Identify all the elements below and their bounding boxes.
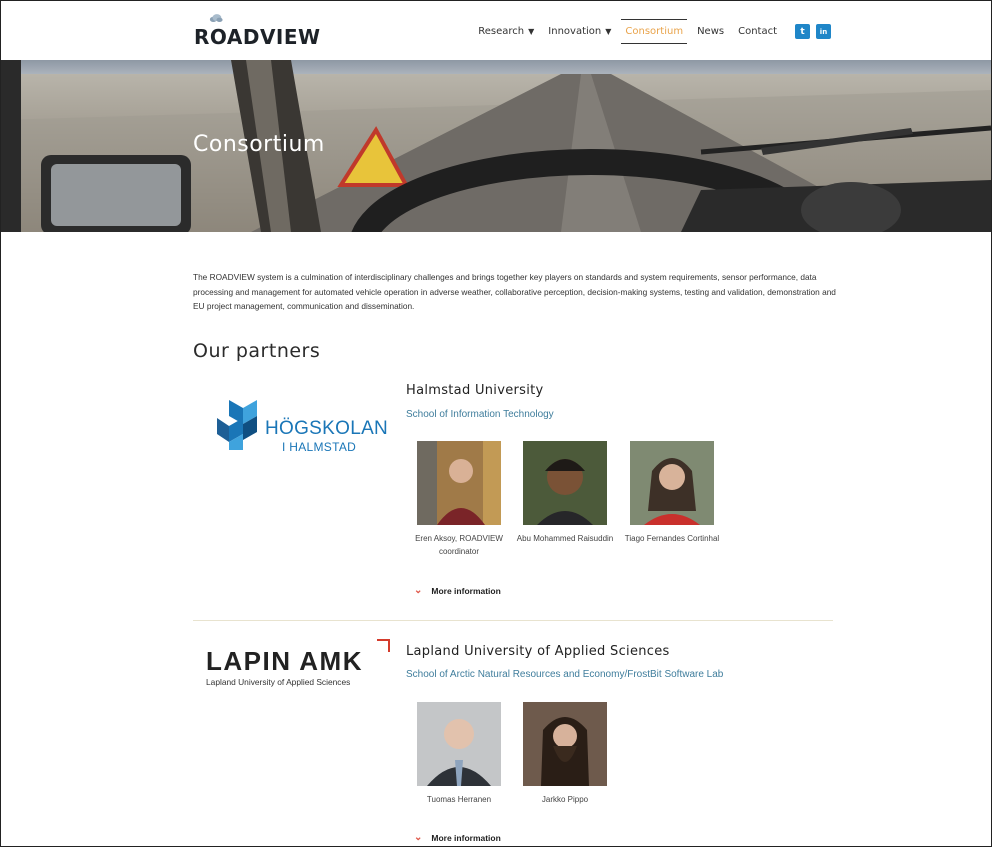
- partners-heading: Our partners: [193, 340, 321, 362]
- more-information-label: More information: [431, 585, 501, 596]
- page: ROADVIEW Research ▼ Innovation ▼ Consortiu…: [0, 0, 992, 847]
- partner-school[interactable]: School of Information Technology: [406, 409, 554, 420]
- halmstad-logo-line2: I HALMSTAD: [282, 440, 357, 454]
- nav-consortium[interactable]: Consortium: [621, 19, 688, 44]
- lapin-logo-corner-icon: [377, 639, 390, 652]
- nav-innovation[interactable]: Innovation ▼: [544, 20, 615, 43]
- more-information-toggle[interactable]: ⌄ More information: [414, 585, 501, 596]
- site-header: ROADVIEW Research ▼ Innovation ▼ Consortiu…: [1, 1, 991, 60]
- cloud-icon: [209, 14, 223, 22]
- hero-banner: Consortium: [1, 60, 991, 232]
- partner-name: Lapland University of Applied Sciences: [406, 644, 670, 659]
- main-nav: Research ▼ Innovation ▼ Consortium News Co…: [468, 19, 831, 44]
- page-title: Consortium: [193, 132, 325, 157]
- person-photo: [417, 702, 501, 786]
- social-links: t in: [789, 24, 831, 39]
- linkedin-icon[interactable]: in: [816, 24, 831, 39]
- person-photo: [417, 441, 501, 525]
- nav-research[interactable]: Research ▼: [474, 20, 538, 43]
- more-information-label: More information: [431, 832, 501, 843]
- partner-name: Halmstad University: [406, 383, 544, 398]
- person-card: Tiago Fernandes Cortinhal: [622, 441, 722, 545]
- logo-text: ROADVIEW: [194, 25, 321, 49]
- intro-paragraph: The ROADVIEW system is a culmination of …: [193, 272, 836, 311]
- person-name: Eren Aksoy, ROADVIEW coordinator: [415, 534, 503, 556]
- lapin-logo-line2: Lapland University of Applied Sciences: [206, 677, 351, 687]
- lapin-logo-line1: LAPIN AMK: [206, 646, 363, 676]
- person-photo: [630, 441, 714, 525]
- person-photo: [523, 702, 607, 786]
- person-name: Tuomas Herranen: [426, 795, 492, 804]
- partner-divider: [193, 620, 833, 621]
- person-name: Abu Mohammed Raisuddin: [516, 534, 614, 543]
- person-card: Tuomas Herranen: [409, 702, 509, 806]
- nav-news[interactable]: News: [693, 20, 728, 43]
- roadview-logo[interactable]: ROADVIEW: [194, 14, 321, 49]
- caret-down-icon: ▼: [528, 27, 535, 36]
- nav-research-label: Research: [478, 26, 525, 37]
- nav-innovation-label: Innovation: [548, 26, 602, 37]
- halmstad-logo-icon: [217, 400, 257, 450]
- person-name: Tiago Fernandes Cortinhal: [624, 534, 720, 543]
- more-information-toggle[interactable]: ⌄ More information: [414, 832, 501, 843]
- person-card: Abu Mohammed Raisuddin: [515, 441, 615, 545]
- halmstad-logo-line1: HÖGSKOLAN: [265, 418, 389, 439]
- caret-down-icon: ▼: [605, 27, 612, 36]
- partner-school[interactable]: School of Arctic Natural Resources and E…: [406, 669, 723, 680]
- person-name: Jarkko Pippo: [541, 795, 589, 804]
- chevron-down-icon: ⌄: [414, 832, 423, 843]
- nav-contact[interactable]: Contact: [734, 20, 781, 43]
- person-photo: [523, 441, 607, 525]
- hero-road-image: [1, 60, 991, 232]
- person-card: Eren Aksoy, ROADVIEW coordinator: [409, 441, 509, 558]
- person-card: Jarkko Pippo: [515, 702, 615, 806]
- chevron-down-icon: ⌄: [414, 585, 423, 596]
- twitter-icon[interactable]: t: [795, 24, 810, 39]
